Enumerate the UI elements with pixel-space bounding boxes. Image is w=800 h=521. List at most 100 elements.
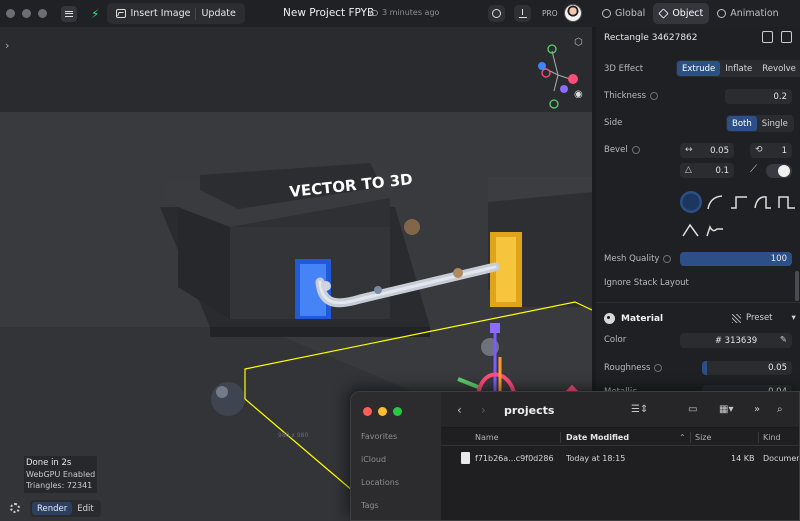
mesh-quality-slider[interactable]: 100 — [680, 252, 792, 266]
sidebar-item-icloud[interactable]: iCloud — [361, 455, 386, 464]
main-menu-button[interactable] — [61, 5, 77, 22]
eyedropper-icon[interactable]: ✎ — [780, 335, 787, 345]
help-icon[interactable] — [663, 255, 672, 263]
new-folder-icon[interactable]: ▭ — [688, 404, 697, 415]
search-icon[interactable]: ⌕ — [777, 404, 783, 415]
help-icon[interactable] — [650, 92, 659, 100]
canvas-dimensions: 980 x 980 — [278, 432, 309, 439]
close-window-dot[interactable] — [6, 9, 15, 18]
finder-main: ‹ › projects ☰⇕ ▭ ▦▾ » ⌕ Name Date Modif… — [441, 392, 799, 520]
bevel-segments-value: 1 — [781, 145, 787, 156]
bevel-segments-input[interactable]: ⟲ 1 — [750, 143, 792, 158]
column-kind[interactable]: Kind — [763, 433, 781, 442]
maximize-window-dot[interactable] — [38, 9, 47, 18]
mesh-quality-label: Mesh Quality — [604, 254, 660, 264]
revolve-option[interactable]: Revolve — [757, 61, 800, 76]
curve-icon: ⟋ — [750, 164, 757, 175]
view-cube-icon[interactable]: ⬡ — [574, 37, 583, 48]
bevel-shape-bracket[interactable] — [776, 191, 798, 213]
finder-window: Favorites iCloud Locations Tags ‹ › proj… — [350, 391, 800, 521]
file-name: f71b26a...c9f0d286 — [475, 454, 554, 463]
bevel-shape-round[interactable] — [680, 191, 702, 213]
finder-window-controls — [363, 407, 402, 416]
tab-object[interactable]: Object — [653, 3, 710, 24]
update-button[interactable]: Update — [196, 5, 240, 22]
thickness-label: Thickness — [604, 91, 647, 101]
help-icon[interactable] — [654, 364, 663, 372]
side-single-option[interactable]: Single — [757, 116, 793, 131]
sidebar-item-locations[interactable]: Locations — [361, 478, 399, 487]
angle-icon: △ — [685, 165, 692, 175]
bevel-angle-input[interactable]: △ 0.1 — [680, 163, 734, 178]
list-view-icon[interactable]: ☰⇕ — [631, 404, 648, 415]
column-size[interactable]: Size — [695, 433, 711, 442]
settings-gear-icon[interactable] — [10, 503, 20, 513]
edit-mode-button[interactable]: Edit — [72, 502, 98, 515]
file-kind: Document — [763, 454, 799, 463]
color-input[interactable]: # 313639 ✎ — [680, 333, 792, 348]
copy-icon[interactable] — [762, 31, 773, 43]
finder-close-dot[interactable] — [363, 407, 372, 416]
minimize-window-dot[interactable] — [22, 9, 31, 18]
inflate-option[interactable]: Inflate — [720, 61, 757, 76]
bevel-curve-toggle[interactable] — [766, 164, 792, 178]
cloud-icon — [370, 9, 378, 16]
side-selector: Both Single — [726, 115, 794, 132]
insert-image-button[interactable]: Insert Image — [111, 5, 195, 22]
thickness-input[interactable]: 0.2 — [725, 89, 792, 104]
back-icon[interactable]: ‹ — [457, 403, 462, 417]
panel-scrollbar[interactable] — [795, 271, 799, 301]
table-row[interactable]: f71b26a...c9f0d286 Today at 18:15 14 KB … — [441, 450, 799, 467]
mesh-quality-value: 100 — [770, 254, 787, 264]
bevel-shape-step[interactable] — [728, 191, 750, 213]
mode-switch: Render Edit — [30, 500, 101, 517]
project-title[interactable]: New Project FPYB — [283, 7, 374, 19]
forward-icon[interactable]: › — [481, 403, 486, 417]
object-name[interactable]: Rectangle 34627862 — [604, 33, 698, 43]
column-name[interactable]: Name — [475, 433, 499, 442]
render-mode-button[interactable]: Render — [32, 502, 73, 515]
sidebar-item-favorites[interactable]: Favorites — [361, 432, 397, 441]
preset-dropdown[interactable]: Preset ▾ — [732, 313, 796, 323]
more-chevron-icon[interactable]: » — [754, 404, 760, 415]
tab-animation[interactable]: Animation — [711, 3, 784, 24]
roughness-slider[interactable]: 0.05 — [702, 361, 792, 375]
preview-button[interactable] — [488, 5, 505, 22]
bevel-label: Bevel — [604, 145, 628, 155]
paste-icon[interactable] — [781, 31, 792, 43]
side-both-option[interactable]: Both — [727, 116, 757, 131]
mesh-quality-row: Mesh Quality — [604, 254, 672, 264]
column-date-modified[interactable]: Date Modified — [566, 433, 629, 442]
roughness-value: 0.05 — [768, 363, 787, 373]
triangle-count: Triangles: 72341 — [26, 481, 93, 490]
bevel-shape-arc[interactable] — [752, 191, 774, 213]
export-button[interactable] — [514, 5, 531, 22]
extrude-option[interactable]: Extrude — [677, 61, 721, 76]
help-icon[interactable] — [631, 146, 640, 154]
ignore-stack-label: Ignore Stack Layout — [604, 278, 689, 288]
bevel-shape-wave[interactable] — [704, 219, 726, 241]
grid-view-icon[interactable]: ▦▾ — [719, 404, 733, 415]
saved-time: 3 minutes ago — [382, 8, 440, 17]
bevel-size-input[interactable]: ↔ 0.05 — [680, 143, 734, 158]
avatar[interactable] — [564, 4, 582, 22]
chevron-down-icon: ▾ — [791, 313, 796, 323]
bevel-shape-peak[interactable] — [680, 219, 702, 241]
effect-selector: Extrude Inflate Revolve — [676, 60, 800, 77]
eye-icon — [492, 9, 501, 18]
bevel-shape-convex[interactable] — [704, 191, 726, 213]
globe-icon — [602, 9, 611, 18]
finder-maximize-dot[interactable] — [393, 407, 402, 416]
material-section-header[interactable]: Material — [604, 313, 663, 324]
cube-icon — [658, 8, 669, 19]
expand-left-panel-icon[interactable]: › — [5, 39, 9, 52]
save-status: 3 minutes ago — [370, 8, 439, 17]
sidebar-item-tags[interactable]: Tags — [361, 501, 379, 510]
tab-global[interactable]: Global — [596, 3, 651, 24]
webgpu-status: WebGPU Enabled — [26, 470, 96, 479]
color-value: # 313639 — [714, 335, 758, 346]
finder-minimize-dot[interactable] — [378, 407, 387, 416]
update-label: Update — [201, 8, 236, 19]
camera-icon[interactable]: ◉ — [574, 89, 583, 100]
brand-logo-icon[interactable]: ⚡ — [91, 7, 99, 21]
